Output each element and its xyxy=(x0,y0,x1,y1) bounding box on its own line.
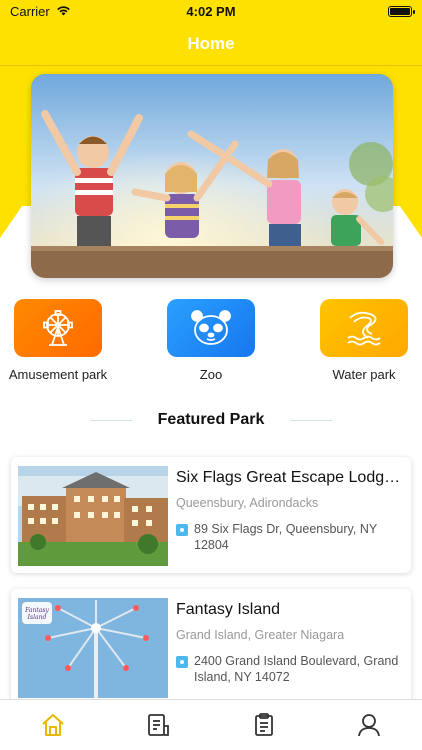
park-address-row: 89 Six Flags Dr, Queensbury, NY 12804 xyxy=(176,522,404,553)
category-label: Water park xyxy=(332,367,396,382)
battery-icon xyxy=(388,5,415,17)
document-icon xyxy=(148,714,170,736)
park-name: Six Flags Great Escape Lodge... xyxy=(176,469,404,486)
park-area: Queensbury, Adirondacks xyxy=(176,496,319,510)
category-label: Amusement park xyxy=(8,367,108,382)
category-label: Zoo xyxy=(199,367,223,382)
nav-bar: Home xyxy=(0,22,422,66)
kids-jumping-photo xyxy=(31,74,393,278)
category-amusement-park[interactable]: Amusement park xyxy=(3,299,113,382)
wifi-icon xyxy=(56,4,71,19)
water-slide-icon[interactable] xyxy=(320,299,408,357)
divider xyxy=(290,419,333,421)
hero-banner[interactable] xyxy=(31,74,393,278)
park-card[interactable]: Six Flags Great Escape Lodge... Queensbu… xyxy=(11,457,411,573)
park-address: 89 Six Flags Dr, Queensbury, NY 12804 xyxy=(194,522,377,552)
location-pin-icon xyxy=(176,524,188,536)
park-photo: Fantasy Island xyxy=(18,598,168,698)
section-title: Featured Park xyxy=(157,411,265,428)
divider xyxy=(89,419,132,421)
page-title: Home xyxy=(187,33,235,53)
svg-text:Fantasy: Fantasy xyxy=(24,607,49,614)
tab-clipboard[interactable] xyxy=(244,705,284,745)
panda-icon[interactable] xyxy=(167,299,255,357)
status-left: Carrier xyxy=(10,4,71,19)
park-info: Six Flags Great Escape Lodge... Queensbu… xyxy=(176,469,404,553)
clipboard-icon xyxy=(254,713,273,736)
svg-text:Island: Island xyxy=(27,614,47,621)
park-address-row: 2400 Grand Island Boulevard, Grand Islan… xyxy=(176,654,404,685)
ferris-wheel-icon[interactable] xyxy=(14,299,102,357)
park-area: Grand Island, Greater Niagara xyxy=(176,628,345,642)
park-card[interactable]: Fantasy Island Fantasy Island Grand Isla… xyxy=(11,589,411,705)
park-name: Fantasy Island xyxy=(176,601,281,618)
featured-header: Featured Park xyxy=(0,408,422,432)
location-pin-icon xyxy=(176,656,188,668)
category-water-park[interactable]: Water park xyxy=(309,299,419,382)
category-zoo[interactable]: Zoo xyxy=(156,299,266,382)
park-photo xyxy=(18,466,168,566)
park-address: 2400 Grand Island Boulevard, Grand Islan… xyxy=(194,654,399,684)
carrier-label: Carrier xyxy=(10,3,50,19)
tab-document[interactable] xyxy=(138,705,178,745)
tab-home[interactable] xyxy=(33,705,73,745)
profile-icon xyxy=(358,714,381,737)
tab-bar xyxy=(0,699,422,750)
status-bar: Carrier 4:02 PM xyxy=(0,0,422,22)
park-info: Fantasy Island Grand Island, Greater Nia… xyxy=(176,601,404,685)
tab-profile[interactable] xyxy=(349,705,389,745)
home-icon xyxy=(42,714,64,736)
